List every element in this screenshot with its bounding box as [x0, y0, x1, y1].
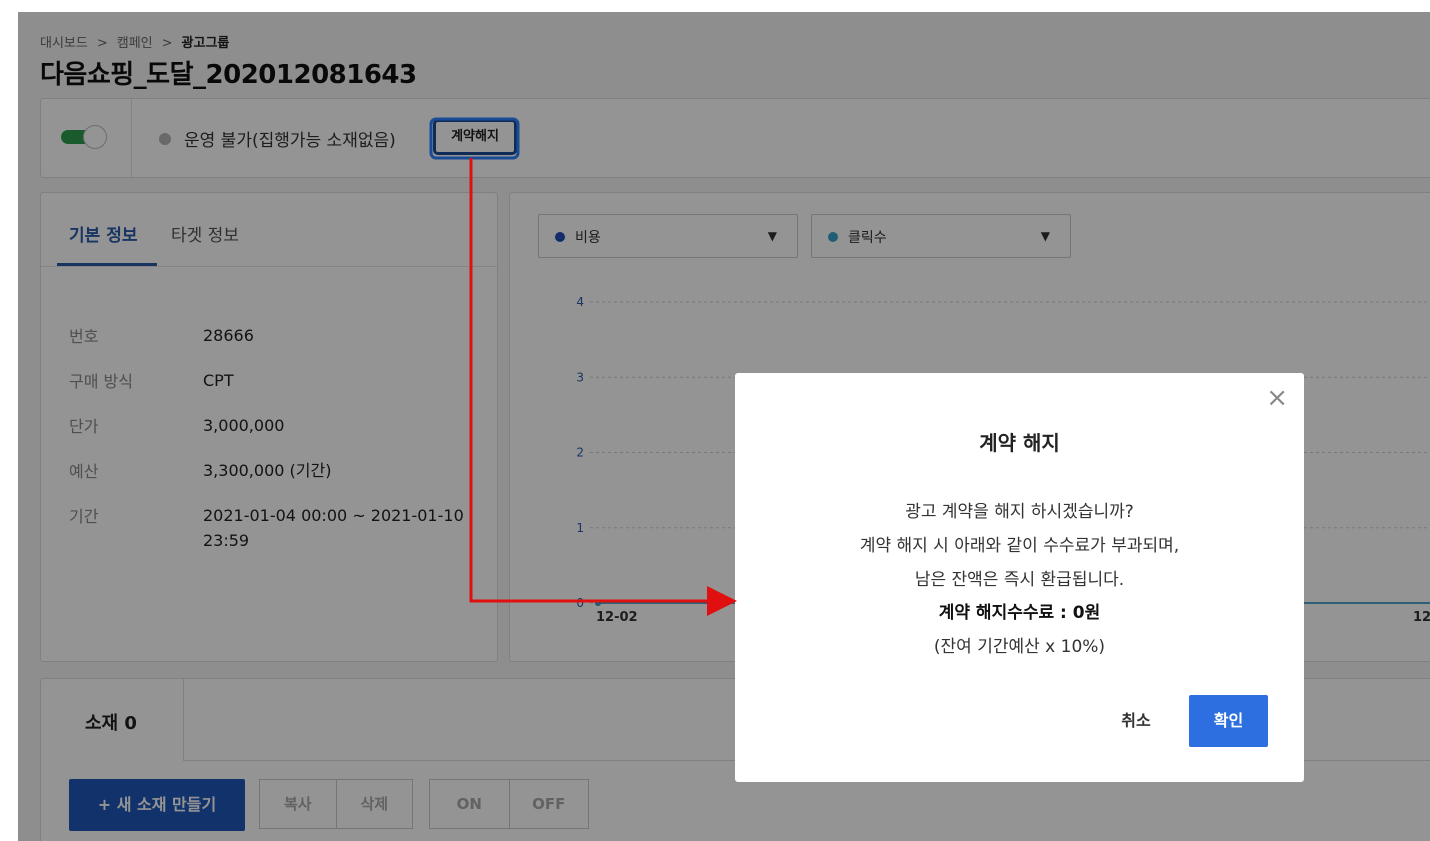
- dialog-fee-note: (잔여 기간예산 x 10%): [933, 637, 1106, 657]
- dialog-message-line: 계약 해지 시 아래와 같이 수수료가 부과되며,: [859, 536, 1180, 556]
- dialog-message-line: 남은 잔액은 즉시 환급됩니다.: [914, 570, 1125, 590]
- close-icon[interactable]: ×: [1266, 383, 1288, 413]
- dialog-message-line: 광고 계약을 해지 하시겠습니까?: [905, 502, 1134, 522]
- cancel-button[interactable]: 취소: [1104, 695, 1168, 747]
- terminate-contract-dialog: × 계약 해지 광고 계약을 해지 하시겠습니까? 계약 해지 시 아래와 같이…: [735, 373, 1304, 782]
- dialog-title: 계약 해지: [979, 431, 1060, 455]
- dialog-fee: 계약 해지수수료 : 0원: [938, 603, 1101, 623]
- confirm-button[interactable]: 확인: [1189, 695, 1268, 747]
